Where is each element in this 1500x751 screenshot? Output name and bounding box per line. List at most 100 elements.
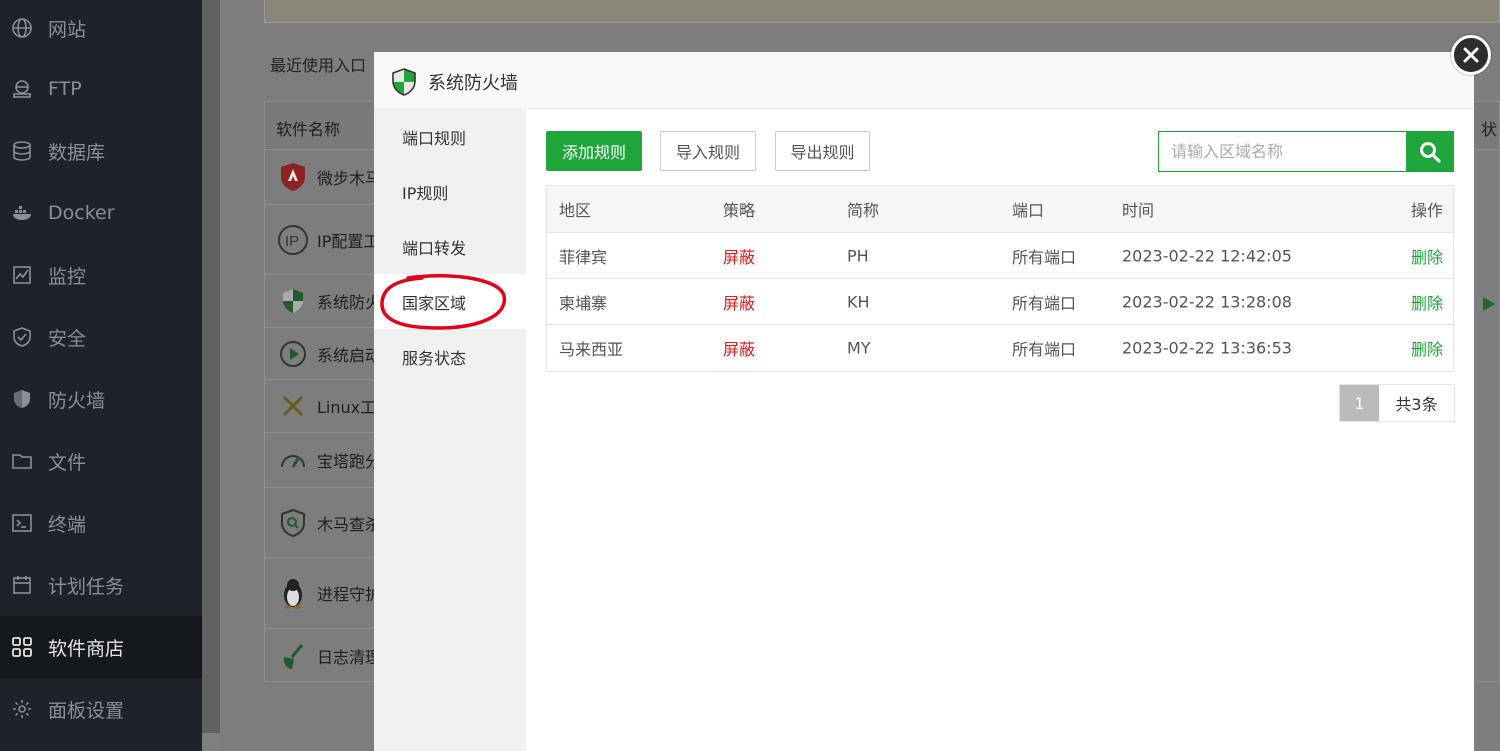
close-icon — [1463, 47, 1479, 63]
plugin-row[interactable]: 日志清理 — [265, 629, 381, 682]
sidebar-item-label: 监控 — [48, 265, 87, 288]
sidebar-item-firewall[interactable]: 防火墙 — [0, 368, 202, 430]
sidebar-item-label: 软件商店 — [48, 637, 125, 660]
sidebar-item-ftp[interactable]: FTP — [0, 58, 202, 120]
sidebar-item-docker[interactable]: Docker — [0, 182, 202, 244]
sidebar-item-label: 计划任务 — [48, 575, 125, 598]
plugin-name: 进程守护 — [317, 585, 382, 604]
modal-nav: 端口规则 IP规则 端口转发 国家区域 服务状态 — [374, 109, 526, 751]
header-status: 状 — [1480, 120, 1497, 139]
top-panel — [264, 0, 1500, 23]
import-rules-button[interactable]: 导入规则 — [660, 131, 756, 171]
sidebar-item-database[interactable]: 数据库 — [0, 120, 202, 182]
sidebar-item-label: 安全 — [48, 327, 87, 350]
globe-icon — [10, 16, 34, 40]
plugin-row[interactable]: 宝塔跑分 — [265, 433, 381, 488]
cell-policy: 屏蔽 — [723, 247, 756, 267]
plugin-row[interactable]: 微步木马 — [265, 150, 381, 205]
sidebar-item-label: 终端 — [48, 513, 87, 536]
region-rules-table: 地区 策略 简称 端口 时间 操作 菲律宾 屏蔽 PH 所有端口 2023-02… — [546, 185, 1454, 372]
firewall-icon — [10, 387, 34, 411]
broom-icon — [276, 639, 310, 673]
plugin-name: 木马查杀 — [317, 514, 382, 534]
delete-link[interactable]: 删除 — [1411, 290, 1443, 314]
calendar-icon — [10, 573, 34, 597]
delete-link[interactable]: 删除 — [1411, 244, 1443, 268]
cell-time: 2023-02-22 13:28:08 — [1122, 292, 1292, 311]
header-software-name: 软件名称 — [276, 120, 341, 139]
apps-grid-icon — [10, 635, 34, 659]
total-count: 共3条 — [1395, 395, 1438, 414]
pagination: 1 共3条 — [1339, 384, 1455, 422]
sidebar: 网站 FTP 数据库 Docker 监控 安全 防火墙 文件 终端 计划任务 软… — [0, 0, 202, 751]
plugin-row[interactable]: Linux工 — [265, 380, 377, 433]
plugin-name: IP配置工 — [317, 231, 380, 251]
plugin-row[interactable]: 系统启动 — [265, 328, 381, 380]
plugin-row[interactable]: 进程守护 — [265, 558, 381, 629]
sidebar-item-settings[interactable]: 面板设置 — [0, 678, 202, 740]
plugin-name: 系统防火 — [317, 293, 382, 312]
sidebar-item-website[interactable]: 网站 — [0, 0, 202, 59]
svg-text:IP: IP — [285, 233, 299, 250]
nav-port-forwarding[interactable]: 端口转发 — [374, 219, 526, 274]
ftp-icon — [10, 77, 34, 101]
tools-icon — [276, 389, 310, 423]
sidebar-item-cron[interactable]: 计划任务 — [0, 554, 202, 616]
sidebar-item-label: Docker — [48, 202, 115, 224]
cell-port: 所有端口 — [1012, 293, 1077, 313]
cell-region: 菲律宾 — [559, 247, 608, 267]
cell-time: 2023-02-22 13:36:53 — [1122, 338, 1292, 358]
col-policy: 策略 — [723, 201, 756, 220]
sidebar-item-files[interactable]: 文件 — [0, 430, 202, 492]
plugin-name: 微步木马 — [317, 169, 382, 188]
region-search-input[interactable] — [1159, 132, 1407, 171]
table-row: 马来西亚 屏蔽 MY 所有端口 2023-02-22 13:36:53 删除 — [547, 325, 1453, 371]
modal-close-button[interactable] — [1451, 35, 1491, 75]
table-row: 柬埔寨 屏蔽 KH 所有端口 2023-02-22 13:28:08 删除 — [547, 279, 1453, 325]
threatbook-icon — [276, 160, 310, 194]
page-number-current[interactable]: 1 — [1340, 385, 1379, 421]
monitor-icon — [10, 263, 34, 287]
add-rule-button[interactable]: 添加规则 — [546, 131, 642, 171]
plugin-row[interactable]: IP IP配置工 — [265, 205, 379, 275]
export-rules-button[interactable]: 导出规则 — [775, 131, 870, 171]
sidebar-item-terminal[interactable]: 终端 — [0, 492, 202, 554]
table-header: 地区 策略 简称 端口 时间 操作 — [547, 186, 1453, 233]
firewall-shield-icon — [391, 68, 417, 100]
sidebar-item-monitor[interactable]: 监控 — [0, 244, 202, 306]
plugin-name: Linux工 — [317, 398, 377, 417]
sidebar-item-app-store[interactable]: 软件商店 — [0, 616, 202, 678]
plugin-name: 宝塔跑分 — [317, 452, 382, 471]
sidebar-item-label: 面板设置 — [48, 699, 125, 722]
recent-entries-label: 最近使用入口 — [270, 56, 367, 75]
sidebar-item-label: 数据库 — [48, 141, 106, 164]
shield-check-icon — [10, 325, 34, 349]
plugin-row[interactable]: 系统防火 — [265, 275, 381, 328]
col-time: 时间 — [1122, 201, 1155, 220]
sidebar-item-label: 文件 — [48, 451, 87, 474]
modal-title: 系统防火墙 — [428, 73, 518, 94]
nav-service-status[interactable]: 服务状态 — [374, 329, 526, 384]
cell-code: PH — [847, 246, 869, 265]
nav-port-rules[interactable]: 端口规则 — [374, 109, 526, 164]
linux-penguin-icon — [276, 576, 310, 610]
sidebar-item-security[interactable]: 安全 — [0, 306, 202, 368]
ip-icon: IP — [276, 223, 310, 257]
nav-ip-rules[interactable]: IP规则 — [374, 164, 526, 219]
region-search — [1158, 131, 1454, 172]
search-button[interactable] — [1406, 132, 1453, 171]
cell-port: 所有端口 — [1012, 247, 1077, 267]
search-icon — [1419, 141, 1441, 163]
plugin-name: 系统启动 — [317, 345, 382, 365]
cell-code: KH — [847, 292, 870, 311]
scan-shield-icon — [276, 506, 310, 540]
start-play-icon[interactable] — [1482, 296, 1496, 312]
sidebar-scrollbar[interactable] — [202, 0, 220, 733]
nav-country-region[interactable]: 国家区域 — [374, 274, 526, 329]
folder-icon — [10, 449, 34, 473]
plugin-row[interactable]: 木马查杀 — [265, 488, 381, 558]
col-region: 地区 — [559, 201, 592, 220]
cell-region: 马来西亚 — [559, 340, 624, 359]
delete-link[interactable]: 删除 — [1411, 336, 1443, 360]
cell-time: 2023-02-22 12:42:05 — [1122, 246, 1292, 265]
